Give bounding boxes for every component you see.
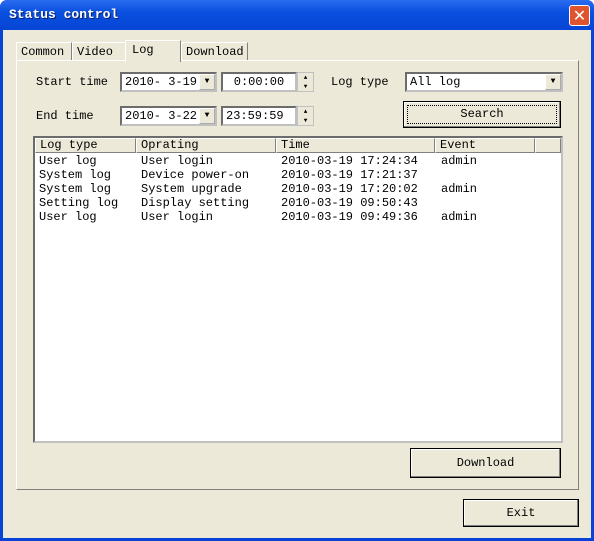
start-time-input[interactable]: 0:00:00	[221, 72, 297, 92]
exit-button[interactable]: Exit	[463, 499, 579, 527]
chevron-down-icon[interactable]: ▼	[199, 74, 215, 90]
tab-video[interactable]: Video	[72, 42, 126, 61]
column-header-oprating[interactable]: Oprating	[136, 138, 276, 153]
table-row[interactable]: Setting log Display setting 2010-03-19 09:…	[35, 196, 561, 210]
status-control-window: Status control ✕ Common Video Log Downlo…	[0, 0, 594, 541]
end-time-label: End time	[36, 109, 94, 123]
window-title: Status control	[9, 7, 119, 22]
event-cell: admin	[441, 154, 478, 168]
column-header-event[interactable]: Event	[435, 138, 535, 153]
log-type-cell: Setting log	[39, 196, 119, 210]
download-button[interactable]: Download	[410, 448, 561, 478]
end-time-input[interactable]: 23:59:59	[221, 106, 297, 126]
column-header-empty	[535, 138, 561, 153]
title-bar[interactable]: Status control ✕	[0, 0, 594, 30]
chevron-down-icon[interactable]: ▼	[199, 108, 215, 124]
log-type-cell: System log	[39, 182, 112, 196]
log-type-label: Log type	[331, 75, 389, 89]
table-row[interactable]: System log System upgrade 2010-03-19 17:20…	[35, 182, 561, 196]
start-date-picker[interactable]: 2010- 3-19 ▼	[120, 72, 217, 92]
column-header-time[interactable]: Time	[276, 138, 435, 153]
log-type-cell: System log	[39, 168, 112, 182]
time-cell: 2010-03-19 09:49:36	[281, 210, 418, 224]
oprating-cell: Device power-on	[141, 168, 250, 182]
search-button[interactable]: Search	[403, 101, 561, 128]
time-cell: 2010-03-19 17:21:37	[281, 168, 418, 182]
time-cell: 2010-03-19 09:50:43	[281, 196, 418, 210]
column-header-log-type[interactable]: Log type	[35, 138, 136, 153]
log-type-cell: User log	[39, 210, 97, 224]
log-table[interactable]: Log type Oprating Time Event User log Use…	[33, 136, 563, 443]
table-row[interactable]: System log Device power-on 2010-03-19 17:2…	[35, 168, 561, 182]
event-cell: admin	[441, 182, 478, 196]
chevron-down-icon[interactable]: ▼	[545, 74, 561, 90]
tab-download[interactable]: Download	[181, 42, 248, 61]
start-time-label: Start time	[36, 75, 109, 89]
start-time-spinner[interactable]: ▲ ▼	[297, 72, 314, 92]
table-row[interactable]: User log User login 2010-03-19 17:24:34 adm…	[35, 154, 561, 168]
oprating-cell: User login	[141, 154, 214, 168]
oprating-cell: User login	[141, 210, 214, 224]
end-date-value: 2010- 3-22	[125, 109, 198, 123]
time-cell: 2010-03-19 17:24:34	[281, 154, 418, 168]
tab-log[interactable]: Log	[125, 40, 181, 62]
dialog-body: Common Video Log Download Start time 201…	[3, 30, 591, 538]
log-type-cell: User log	[39, 154, 97, 168]
log-type-value: All log	[410, 75, 461, 89]
end-date-picker[interactable]: 2010- 3-22 ▼	[120, 106, 217, 126]
close-icon[interactable]: ✕	[569, 5, 590, 26]
event-cell: admin	[441, 210, 478, 224]
oprating-cell: System upgrade	[141, 182, 242, 196]
time-cell: 2010-03-19 17:20:02	[281, 182, 418, 196]
tab-common[interactable]: Common	[16, 42, 72, 61]
start-date-value: 2010- 3-19	[125, 75, 198, 89]
table-row[interactable]: User log User login 2010-03-19 09:49:36 adm…	[35, 210, 561, 224]
oprating-cell: Display setting	[141, 196, 250, 210]
end-time-spinner[interactable]: ▲ ▼	[297, 106, 314, 126]
log-type-select[interactable]: All log ▼	[405, 72, 563, 92]
